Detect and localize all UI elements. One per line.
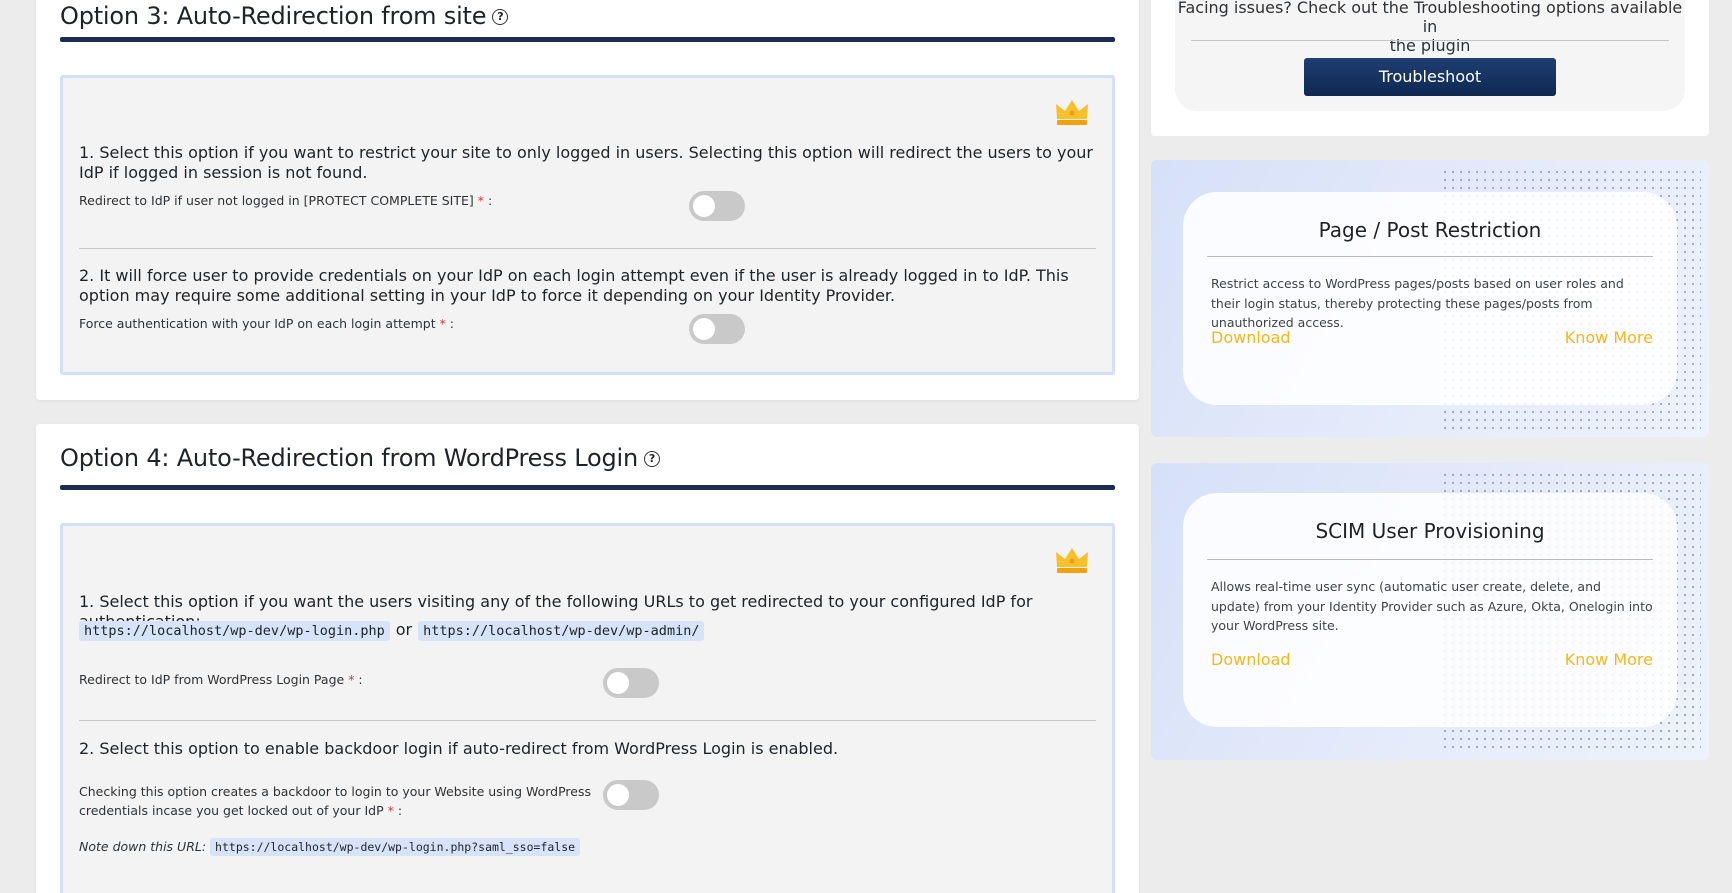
- backdoor-url: https://localhost/wp-dev/wp-login.php?sa…: [210, 838, 581, 856]
- title-rule: [60, 37, 1115, 42]
- or-text: or: [395, 620, 413, 639]
- label-suffix: :: [393, 803, 403, 818]
- option4-panel: Option 4: Auto-Redirection from WordPres…: [36, 424, 1139, 893]
- option3-title: Option 3: Auto-Redirection from site?: [60, 2, 509, 30]
- promo-page-post-restriction: Page / Post Restriction Restrict access …: [1151, 160, 1709, 437]
- label-text: credentials incase you get locked out of…: [79, 803, 384, 818]
- divider: [79, 248, 1096, 249]
- label-suffix: :: [484, 193, 493, 208]
- option3-panel: Option 3: Auto-Redirection from site? 1.…: [36, 0, 1139, 400]
- know-more-link[interactable]: Know More: [1565, 650, 1653, 669]
- promo-description: Restrict access to WordPress pages/posts…: [1211, 276, 1624, 330]
- force-authentication-toggle[interactable]: [689, 314, 745, 344]
- divider: [1207, 559, 1653, 560]
- promo-scim-user-provisioning: SCIM User Provisioning Allows real-time …: [1151, 463, 1709, 760]
- option4-box: 1. Select this option if you want the us…: [60, 523, 1115, 893]
- label-text: Redirect to IdP if user not logged in [P…: [79, 193, 474, 208]
- promo-title: Page / Post Restriction: [1318, 218, 1542, 242]
- promo-card: SCIM User Provisioning Allows real-time …: [1183, 493, 1677, 727]
- troubleshoot-button[interactable]: Troubleshoot: [1304, 58, 1556, 96]
- crown-icon: [1056, 548, 1088, 573]
- troubleshoot-text-line2: the plugin: [1389, 36, 1471, 55]
- option4-item2-label: Checking this option creates a backdoor …: [79, 782, 591, 820]
- option3-item2-text: 2. It will force user to provide credent…: [79, 266, 1069, 305]
- promo-card: Page / Post Restriction Restrict access …: [1183, 192, 1677, 405]
- label-line1: Checking this option creates a backdoor …: [79, 784, 591, 799]
- option3-title-text: Option 3: Auto-Redirection from site: [60, 2, 487, 30]
- help-icon[interactable]: ?: [644, 451, 661, 467]
- promo-description: Allows real-time user sync (automatic us…: [1211, 579, 1653, 633]
- login-urls: https://localhost/wp-dev/wp-login.php or h…: [79, 620, 705, 641]
- download-link[interactable]: Download: [1211, 328, 1291, 347]
- title-rule: [60, 485, 1115, 490]
- option3-box: 1. Select this option if you want to res…: [60, 75, 1115, 375]
- label-text: Force authentication with your IdP on ea…: [79, 316, 436, 331]
- label-text: Redirect to IdP from WordPress Login Pag…: [79, 672, 345, 687]
- option3-item2-label: Force authentication with your IdP on ea…: [79, 314, 454, 333]
- troubleshoot-text: Facing issues? Check out the Troubleshoo…: [1175, 0, 1685, 55]
- backdoor-login-toggle[interactable]: [603, 780, 659, 810]
- option4-title: Option 4: Auto-Redirection from WordPres…: [60, 444, 661, 472]
- option4-title-text: Option 4: Auto-Redirection from WordPres…: [60, 444, 639, 472]
- download-link[interactable]: Download: [1211, 650, 1291, 669]
- option3-item1-text: 1. Select this option if you want to res…: [79, 143, 1093, 182]
- protect-complete-site-toggle[interactable]: [689, 191, 745, 221]
- option4-item2-text: 2. Select this option to enable backdoor…: [79, 739, 839, 758]
- crown-icon: [1056, 100, 1088, 125]
- divider: [1191, 40, 1669, 41]
- redirect-from-login-toggle[interactable]: [603, 668, 659, 698]
- option3-item1-label: Redirect to IdP if user not logged in [P…: [79, 191, 492, 210]
- promo-title: SCIM User Provisioning: [1315, 519, 1545, 543]
- troubleshoot-text-line1: Facing issues? Check out the Troubleshoo…: [1177, 0, 1683, 36]
- troubleshoot-inner: Facing issues? Check out the Troubleshoo…: [1175, 0, 1685, 111]
- know-more-link[interactable]: Know More: [1565, 328, 1653, 347]
- wp-login-url: https://localhost/wp-dev/wp-login.php: [79, 621, 390, 641]
- troubleshoot-card: Facing issues? Check out the Troubleshoo…: [1151, 0, 1709, 136]
- divider: [79, 720, 1096, 721]
- divider: [1207, 256, 1653, 257]
- label-suffix: :: [354, 672, 363, 687]
- label-line2: credentials incase you get locked out of…: [79, 801, 591, 820]
- help-icon[interactable]: ?: [492, 9, 509, 25]
- wp-admin-url: https://localhost/wp-dev/wp-admin/: [418, 621, 705, 641]
- option4-item1-label: Redirect to IdP from WordPress Login Pag…: [79, 670, 363, 689]
- label-suffix: :: [445, 316, 455, 331]
- backdoor-note: Note down this URL: https://localhost/wp…: [79, 838, 581, 856]
- note-label: Note down this URL:: [79, 839, 207, 854]
